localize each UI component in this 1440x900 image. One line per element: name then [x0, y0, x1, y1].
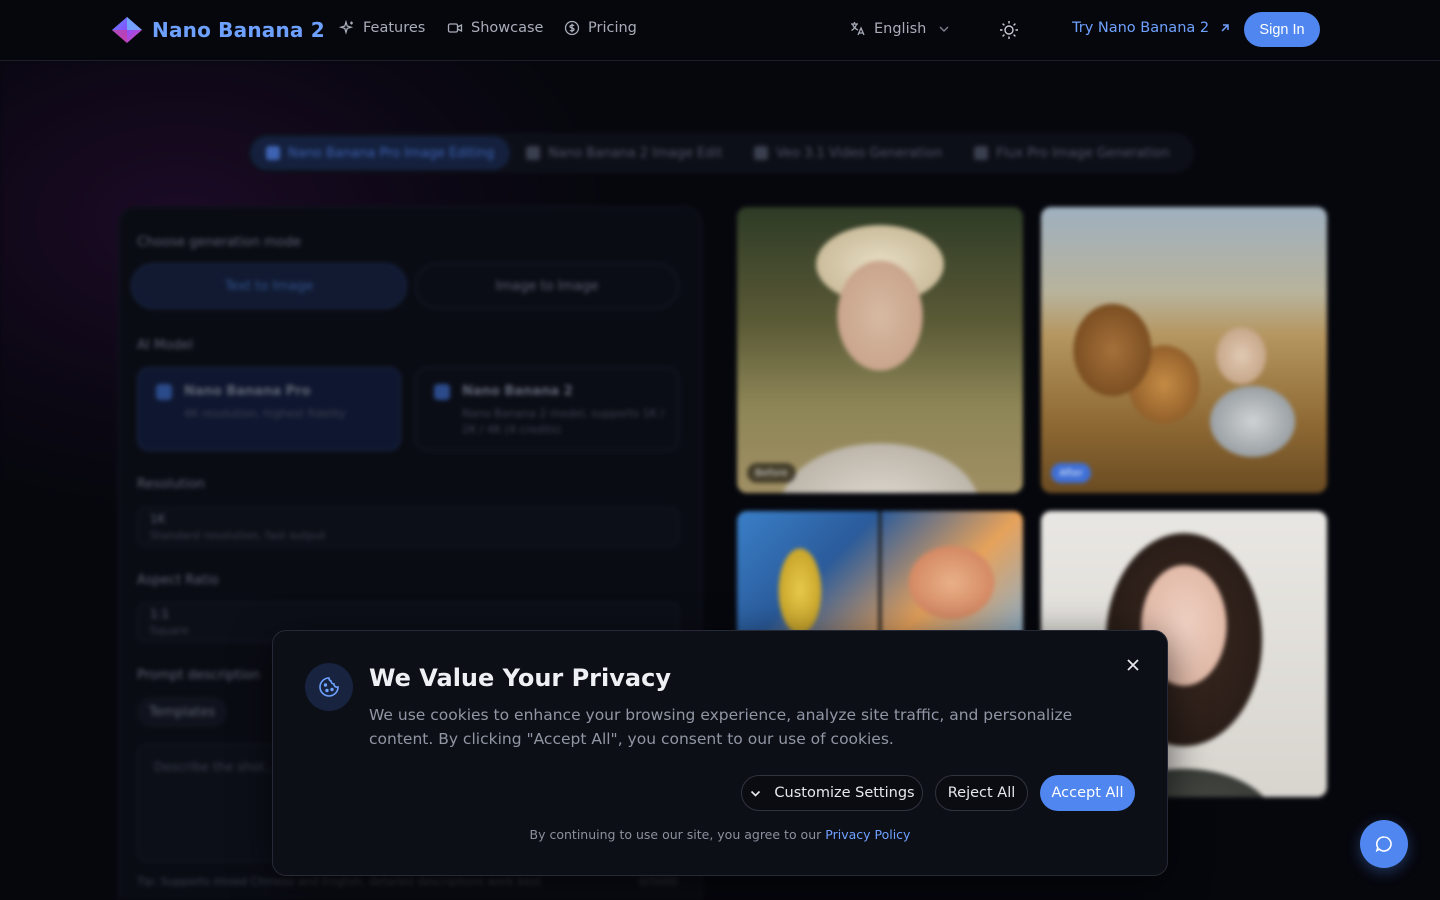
dialog-title: We Value Your Privacy — [369, 664, 671, 692]
model-desc: 4K resolution, highest fidelity — [184, 407, 346, 420]
char-count: 0/5000 — [639, 875, 678, 888]
try-nano-banana-link[interactable]: Try Nano Banana 2 — [1072, 20, 1231, 36]
arrow-up-right-icon — [1221, 24, 1229, 32]
ai-model-label: AI Model — [137, 338, 193, 353]
nav-features[interactable]: Features — [339, 20, 425, 36]
top-nav-bar: Nano Banana 2 Features Showcase Pricing … — [0, 0, 1440, 61]
model-card-nano-banana-2[interactable]: Nano Banana 2 Nano Banana 2 model, suppo… — [415, 367, 679, 451]
dialog-footer: By continuing to use our site, you agree… — [273, 827, 1167, 842]
tab-label: Nano Banana Pro Image Editing — [288, 145, 495, 161]
after-tag: After — [1051, 463, 1092, 483]
chat-bubble-icon — [1375, 836, 1392, 853]
aspect-value: 1:1 — [150, 607, 170, 621]
brand-name: Nano Banana 2 — [152, 18, 325, 42]
resolution-sub: Standard resolution, fast output — [150, 529, 326, 542]
gallery-image-after[interactable]: After — [1041, 207, 1327, 493]
gem-icon — [526, 146, 541, 160]
cookie-consent-dialog: We Value Your Privacy We use cookies to … — [272, 630, 1168, 876]
sign-in-button[interactable]: Sign In — [1244, 12, 1320, 47]
video-camera-icon — [447, 23, 463, 33]
nav-showcase-label: Showcase — [471, 20, 544, 36]
gem-icon — [974, 146, 989, 160]
tab-label: Flux Pro Image Generation — [996, 145, 1170, 161]
crown-icon — [156, 384, 172, 400]
nav-pricing[interactable]: Pricing — [564, 20, 637, 36]
reject-all-button[interactable]: Reject All — [935, 775, 1028, 811]
resolution-value: 1K — [150, 512, 166, 526]
customize-label: Customize Settings — [774, 785, 915, 801]
tab-flux-pro-image-generation[interactable]: Flux Pro Image Generation — [958, 136, 1185, 170]
model-title: Nano Banana Pro — [184, 384, 311, 399]
translate-icon — [851, 22, 865, 36]
chevron-down-icon — [939, 26, 949, 32]
nav-showcase[interactable]: Showcase — [447, 20, 543, 36]
image-to-image-button[interactable]: Image to Image — [415, 263, 679, 309]
close-icon — [1127, 659, 1139, 671]
nav-features-label: Features — [363, 20, 426, 36]
aspect-ratio-label: Aspect Ratio — [137, 573, 219, 588]
nav-pricing-label: Pricing — [588, 20, 637, 36]
model-desc: Nano Banana 2 model, supports 1K / 2K / … — [462, 407, 664, 436]
diamond-logo-icon — [112, 17, 142, 43]
language-label: English — [874, 20, 927, 37]
aspect-sub: Square — [150, 624, 189, 637]
chat-support-button[interactable] — [1360, 820, 1408, 868]
model-card-nano-banana-pro[interactable]: Nano Banana Pro 4K resolution, highest f… — [137, 367, 401, 451]
templates-chip[interactable]: Templates — [137, 697, 228, 727]
customize-settings-button[interactable]: Customize Settings — [741, 775, 923, 811]
try-link-label: Try Nano Banana 2 — [1072, 20, 1210, 36]
resolution-label: Resolution — [137, 477, 205, 492]
prompt-tip: Tip: Supports mixed Chinese and English,… — [137, 875, 542, 888]
close-dialog-button[interactable] — [1123, 655, 1143, 675]
mode-label: Choose generation mode — [137, 235, 301, 250]
tab-nano-banana-2-image-edit[interactable]: Nano Banana 2 Image Edit — [510, 136, 738, 170]
sparkles-icon — [339, 20, 354, 35]
footer-text: By continuing to use our site, you agree… — [529, 827, 822, 842]
sun-theme-toggle-icon[interactable] — [998, 19, 1020, 41]
dialog-message: We use cookies to enhance your browsing … — [369, 706, 1073, 748]
flask-icon — [266, 146, 280, 160]
resolution-select[interactable]: 1K Standard resolution, fast output — [137, 507, 679, 547]
tab-nano-banana-pro-image-editing[interactable]: Nano Banana Pro Image Editing — [250, 136, 511, 170]
dollar-circle-icon — [564, 20, 580, 36]
tab-label: Veo 3.1 Video Generation — [776, 145, 943, 161]
model-title: Nano Banana 2 — [462, 384, 573, 399]
gallery-image-before[interactable]: Before — [737, 207, 1023, 493]
chevron-down-icon — [751, 790, 761, 797]
tool-tabs: Nano Banana Pro Image Editing Nano Banan… — [248, 133, 1194, 173]
prompt-label: Prompt description — [137, 668, 261, 683]
language-selector[interactable]: English — [849, 20, 950, 37]
prompt-placeholder: Describe the shot... — [154, 759, 277, 774]
cookie-icon — [319, 677, 339, 697]
video-icon — [754, 146, 769, 160]
text-to-image-button[interactable]: Text to Image — [131, 263, 407, 309]
cookie-badge — [305, 663, 353, 711]
flask-icon — [434, 384, 450, 400]
tab-label: Nano Banana 2 Image Edit — [548, 145, 723, 161]
before-tag: Before — [747, 463, 796, 483]
privacy-policy-link[interactable]: Privacy Policy — [825, 827, 910, 842]
tab-veo-video-generation[interactable]: Veo 3.1 Video Generation — [738, 136, 958, 170]
brand-logo[interactable]: Nano Banana 2 — [110, 15, 325, 45]
accept-all-button[interactable]: Accept All — [1040, 775, 1135, 811]
